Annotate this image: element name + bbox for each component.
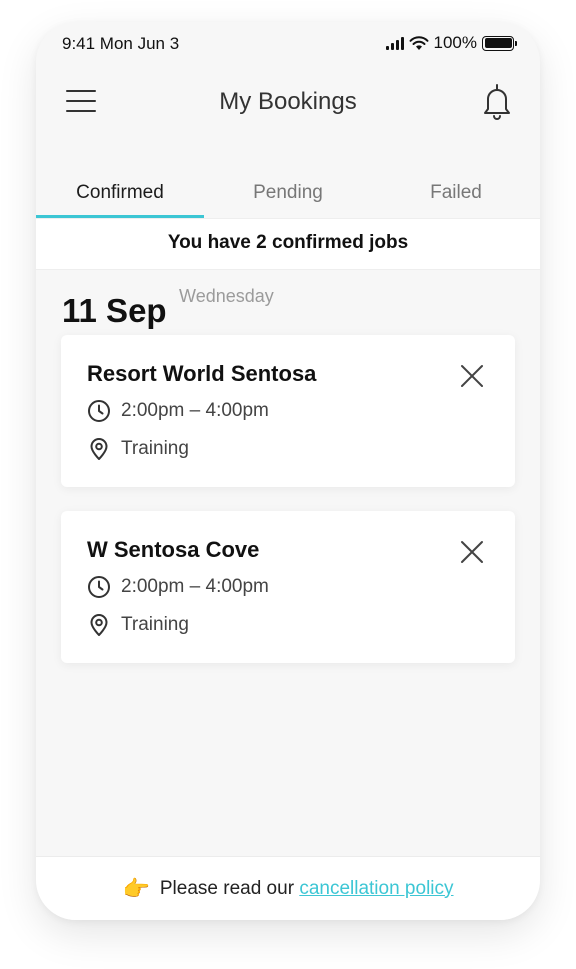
wifi-icon bbox=[409, 35, 429, 50]
close-icon[interactable] bbox=[459, 363, 485, 389]
nav-bar: My Bookings bbox=[36, 78, 540, 128]
location-pin-icon bbox=[90, 438, 108, 460]
status-bar: 9:41 Mon Jun 3 100% bbox=[36, 22, 540, 66]
date-header: 11 Sep Wednesday bbox=[62, 286, 274, 330]
booking-time-row: 2:00pm – 4:00pm bbox=[87, 575, 269, 599]
weekday-label: Wednesday bbox=[179, 286, 274, 306]
close-icon[interactable] bbox=[459, 539, 485, 565]
clock-icon bbox=[88, 576, 110, 598]
booking-time: 2:00pm – 4:00pm bbox=[121, 576, 269, 597]
booking-category: Training bbox=[121, 438, 189, 459]
footer-text: Please read our bbox=[159, 877, 295, 899]
booking-tabs: Confirmed Pending Failed bbox=[36, 172, 540, 218]
location-pin-icon bbox=[90, 614, 108, 636]
booking-title: W Sentosa Cove bbox=[87, 537, 260, 562]
tab-failed[interactable]: Failed bbox=[372, 172, 540, 218]
footer-bar: 👉 Please read our cancellation policy bbox=[36, 856, 540, 920]
booking-category: Training bbox=[121, 614, 189, 635]
booking-card[interactable]: W Sentosa Cove 2:00pm – 4:00pm Training bbox=[61, 511, 515, 663]
battery-icon bbox=[482, 35, 517, 51]
bell-icon[interactable] bbox=[480, 82, 514, 122]
phone-frame: 9:41 Mon Jun 3 100% My Bookings Confirme… bbox=[36, 22, 540, 920]
clock-icon bbox=[88, 400, 110, 422]
booking-category-row: Training bbox=[87, 613, 189, 637]
booking-category-row: Training bbox=[87, 437, 189, 461]
battery-percent: 100% bbox=[433, 33, 477, 52]
confirmed-summary: You have 2 confirmed jobs bbox=[36, 218, 540, 270]
signal-icon bbox=[385, 36, 404, 50]
status-indicators: 100% bbox=[385, 33, 517, 53]
status-time: 9:41 Mon Jun 3 bbox=[62, 34, 180, 53]
booking-title: Resort World Sentosa bbox=[87, 361, 317, 386]
booking-time-row: 2:00pm – 4:00pm bbox=[87, 399, 269, 423]
date-label: 11 Sep bbox=[62, 292, 167, 329]
cancellation-policy-link[interactable]: cancellation policy bbox=[299, 878, 453, 899]
tab-confirmed[interactable]: Confirmed bbox=[36, 172, 204, 218]
page-title: My Bookings bbox=[219, 88, 357, 115]
pointing-hand-icon: 👉 bbox=[122, 875, 150, 901]
tab-pending[interactable]: Pending bbox=[204, 172, 372, 218]
booking-time: 2:00pm – 4:00pm bbox=[121, 400, 269, 421]
booking-card[interactable]: Resort World Sentosa 2:00pm – 4:00pm Tra… bbox=[61, 335, 515, 487]
